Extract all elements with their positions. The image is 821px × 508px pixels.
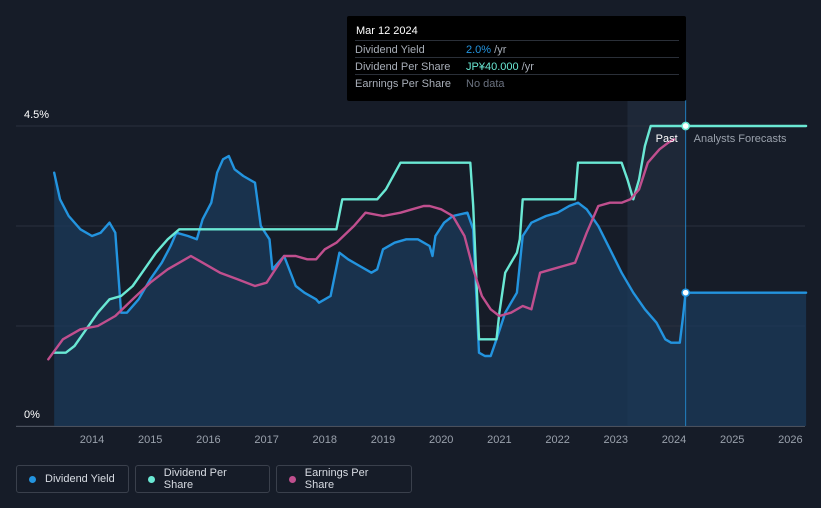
x-tick-label: 2016 (196, 434, 220, 446)
tooltip-value: JP¥40.000 (466, 61, 519, 73)
cursor-marker-dividend-per-share (681, 121, 690, 131)
legend-label: Dividend Per Share (163, 467, 227, 491)
x-tick-label: 2026 (778, 434, 802, 446)
past-label: Past (656, 133, 678, 145)
x-tick-label: 2018 (313, 434, 337, 446)
y-tick-label: 4.5% (24, 109, 49, 121)
tooltip-date: Mar 12 2024 (356, 25, 418, 37)
tooltip-value: No data (466, 78, 505, 90)
legend-dot-icon (289, 475, 296, 483)
x-tick-label: 2019 (371, 434, 395, 446)
x-tick-label: 2015 (138, 434, 162, 446)
legend-label: Dividend Yield (45, 473, 115, 485)
x-tick-label: 2025 (720, 434, 744, 446)
tooltip: Mar 12 2024 Dividend Yield 2.0% /yr Divi… (347, 16, 686, 101)
tooltip-label: Dividend Per Share (355, 61, 451, 73)
legend-item-dividend-per-share[interactable]: Dividend Per Share (135, 465, 270, 493)
x-tick-label: 2023 (604, 434, 628, 446)
tooltip-row-dividend-yield: Dividend Yield 2.0% /yr (355, 40, 679, 58)
tooltip-unit: /yr (518, 61, 534, 73)
x-tick-label: 2024 (662, 434, 686, 446)
legend-dot-icon (148, 475, 155, 483)
tooltip-label: Earnings Per Share (355, 78, 451, 90)
x-tick-label: 2021 (487, 434, 511, 446)
tooltip-value: 2.0% (466, 44, 492, 56)
cursor-marker-dividend-yield (681, 288, 690, 298)
tooltip-row-dividend-per-share: Dividend Per Share JP¥40.000 /yr (355, 57, 679, 75)
forecast-label: Analysts Forecasts (694, 133, 787, 145)
legend-dot-icon (29, 475, 36, 483)
legend: Dividend Yield Dividend Per Share Earnin… (16, 465, 412, 493)
tooltip-label: Dividend Yield (355, 44, 425, 56)
tooltip-row-earnings-per-share: Earnings Per Share No data (355, 74, 679, 92)
x-tick-label: 2020 (429, 434, 453, 446)
y-tick-label: 0% (24, 409, 40, 421)
tooltip-unit: /yr (491, 44, 507, 56)
legend-label: Earnings Per Share (304, 467, 369, 491)
legend-item-earnings-per-share[interactable]: Earnings Per Share (276, 465, 412, 493)
legend-item-dividend-yield[interactable]: Dividend Yield (16, 465, 129, 493)
x-tick-label: 2022 (545, 434, 569, 446)
x-tick-label: 2017 (254, 434, 278, 446)
x-tick-label: 2014 (80, 434, 104, 446)
